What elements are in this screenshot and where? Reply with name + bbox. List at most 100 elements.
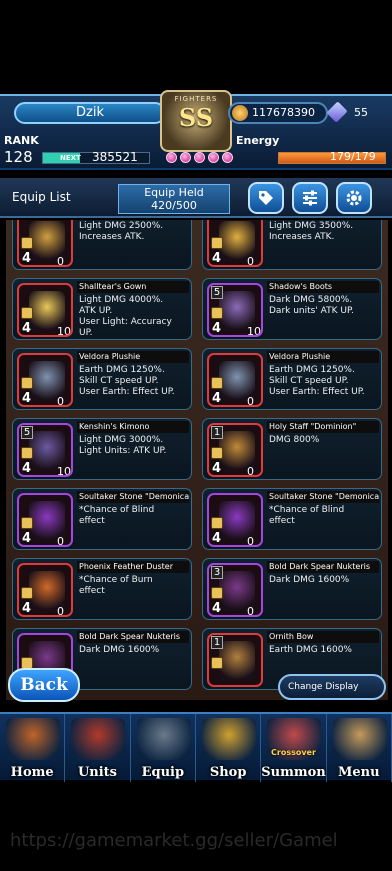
change-display-label: Change Display	[288, 682, 359, 692]
home-icon	[6, 718, 60, 760]
equipment-description: Earth DMG 1250%. Skill CT speed UP. User E…	[79, 365, 189, 398]
equipment-description: Dark DMG 5800%. Dark units' ATK UP.	[269, 295, 379, 317]
description-line: Light Units: ATK UP.	[79, 446, 167, 456]
nav-label: Summon	[261, 765, 326, 780]
rank-value: 128	[4, 148, 33, 166]
equipment-name: Soultaker Stone "Demonica"	[267, 491, 379, 503]
equipment-count: 10	[57, 465, 71, 477]
equipment-description: Light DMG 4000%. ATK UP. User Light: Accur…	[79, 295, 189, 339]
gem-amount: 55	[354, 106, 368, 119]
equipment-thumbnail: 5 4 10	[207, 283, 263, 337]
nav-shop[interactable]: Shop	[196, 714, 262, 782]
player-name[interactable]: Dzik	[14, 102, 166, 124]
equipment-thumbnail: 40	[17, 220, 73, 267]
equipment-card[interactable]: 3 4 0 Bold Dark Spear Nukteris Dark DMG 1600…	[202, 558, 382, 620]
equipment-card[interactable]: 5 4 10 Kenshin's Kimono Light DMG 3000%. Ligh…	[12, 418, 192, 480]
equip-list-bar: Equip List Equip Held 420/500	[0, 178, 392, 218]
equipment-card[interactable]: 4 0 Veldora Plushie Earth DMG 1250%. Skill C…	[202, 348, 382, 410]
gear-icon	[346, 190, 362, 206]
equipment-card[interactable]: 5 4 10 Shadow's Boots Dark DMG 5800%. Dark un…	[202, 278, 382, 340]
emblem-label: FIGHTERS	[174, 95, 218, 103]
change-display-button[interactable]: Change Display	[278, 674, 386, 700]
equipment-description: Light DMG 3500%. Increases ATK.	[269, 221, 379, 243]
equipment-description: Dark DMG 1600%	[269, 575, 379, 586]
equipment-thumbnail: 40	[207, 220, 263, 267]
tag-icon	[259, 191, 273, 205]
nav-summon[interactable]: Crossover Summon	[261, 714, 327, 782]
equipment-name: Holy Staff "Dominion"	[267, 421, 379, 433]
gil-counter[interactable]: 117678390	[228, 102, 328, 124]
nav-menu[interactable]: Menu	[327, 714, 392, 782]
lock-icon	[21, 447, 33, 459]
description-line: effect	[79, 586, 105, 596]
equipment-card[interactable]: 4 10 Shalltear's Gown Light DMG 4000%. ATK U…	[12, 278, 192, 340]
equipment-description: *Chance of Blind effect	[79, 505, 189, 527]
units-icon	[71, 718, 126, 760]
fighters-rank-emblem[interactable]: FIGHTERS SS	[160, 90, 232, 152]
description-line: effect	[79, 516, 105, 526]
description-line: UP.	[79, 328, 93, 338]
nav-equip[interactable]: Equip	[131, 714, 196, 782]
equipment-name: Bold Dark Spear Nukteris	[267, 561, 379, 573]
next-exp-value: 385521	[92, 150, 138, 164]
equipment-count: 0	[57, 395, 64, 407]
equipment-card[interactable]: 1 4 0 Holy Staff "Dominion" DMG 800%	[202, 418, 382, 480]
equipment-stack: 4	[212, 601, 222, 616]
orb-icon	[222, 152, 233, 163]
equipment-stack: 4	[22, 531, 32, 546]
equipment-card[interactable]: 4 0 Soultaker Stone "Demonica" *Chance of B…	[12, 488, 192, 550]
tag-filter-button[interactable]	[248, 182, 284, 214]
equipment-description: *Chance of Burn effect	[79, 575, 189, 597]
nav-units[interactable]: Units	[65, 714, 131, 782]
lock-icon	[21, 307, 33, 319]
lock-icon	[211, 657, 223, 669]
description-line: Light DMG 2500%.	[79, 221, 164, 231]
equipment-description: Earth DMG 1600%	[269, 645, 379, 656]
equipment-count: 0	[57, 605, 64, 617]
equipment-description: Light DMG 3000%. Light Units: ATK UP.	[79, 435, 189, 457]
back-button[interactable]: Back	[8, 668, 80, 702]
nav-label: Units	[77, 765, 118, 780]
sort-button[interactable]	[292, 182, 328, 214]
equipment-count: 10	[247, 325, 261, 337]
equipment-name: Shadow's Boots	[267, 281, 379, 293]
nav-label: Shop	[209, 765, 247, 780]
equipment-name: Veldora Plushie	[77, 351, 189, 363]
equipment-count: 0	[57, 255, 64, 267]
next-label: NEXT	[60, 154, 81, 162]
equipment-count: 0	[247, 255, 254, 267]
equipment-card[interactable]: 4 0 Phoenix Feather Duster *Chance of Burn e…	[12, 558, 192, 620]
equipment-card[interactable]: 4 0 Light DMG 3500%. Increases ATK.	[202, 220, 382, 270]
nav-home[interactable]: Home	[0, 714, 66, 782]
settings-button[interactable]	[336, 182, 372, 214]
description-line: ATK UP.	[79, 306, 113, 316]
equipment-thumbnail: 1	[207, 633, 263, 687]
equipment-name: Kenshin's Kimono	[77, 421, 189, 433]
nav-label: Home	[10, 765, 54, 780]
equipment-stack: 4	[212, 531, 222, 546]
equipment-card[interactable]: 4 0 Veldora Plushie Earth DMG 1250%. Skill C…	[12, 348, 192, 410]
energy-label: Energy	[236, 134, 280, 147]
equipment-card[interactable]: 4 0 Light DMG 2500%. Increases ATK.	[12, 220, 192, 270]
equipment-description: Dark DMG 1600%	[79, 645, 189, 656]
equip-held-value: 420/500	[151, 199, 197, 212]
description-line: User Earth: Effect UP.	[269, 387, 365, 397]
equipment-thumbnail: 40	[17, 563, 73, 617]
lock-icon	[211, 307, 223, 319]
equipment-level: 5	[211, 286, 223, 299]
description-line: Increases ATK.	[269, 232, 335, 242]
equip-icon	[136, 718, 191, 760]
equipment-stack: 4	[22, 391, 32, 406]
equipment-thumbnail: 4 10	[17, 283, 73, 337]
description-line: User Earth: Effect UP.	[79, 387, 175, 397]
orb-gauge	[166, 152, 233, 163]
description-line: Light DMG 3500%.	[269, 221, 354, 231]
rank-label: RANK	[4, 134, 39, 147]
description-line: Dark DMG 1600%	[269, 575, 350, 585]
equipment-card[interactable]: 4 0 Soultaker Stone "Demonica" *Chance of B…	[202, 488, 382, 550]
equipment-stack: 4	[22, 461, 32, 476]
equipment-description: Light DMG 2500%. Increases ATK.	[79, 221, 189, 243]
equipment-name: Shalltear's Gown	[77, 281, 189, 293]
shop-icon	[201, 718, 256, 760]
equipment-count: 0	[247, 535, 254, 547]
